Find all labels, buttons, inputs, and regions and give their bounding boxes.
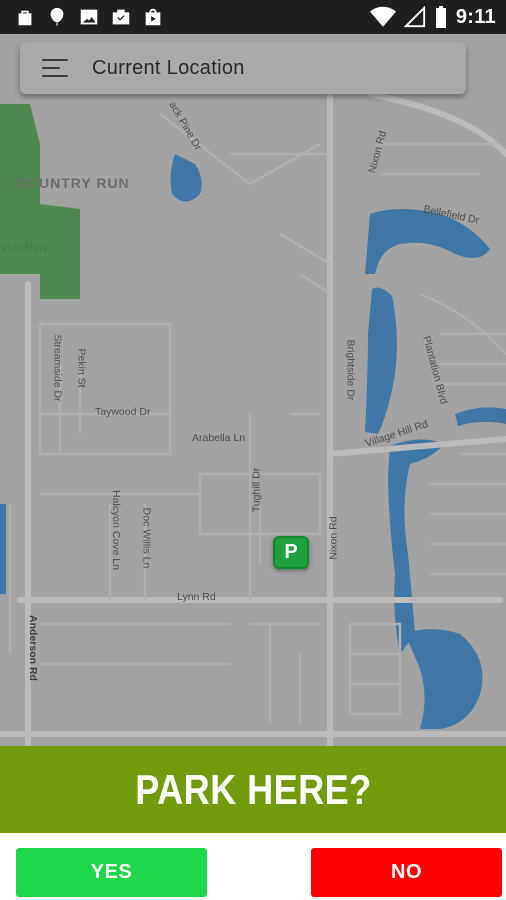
location-title: Current Location [92,56,245,79]
canal [455,407,506,426]
shop-bag-icon [145,8,161,26]
map-view[interactable]: COUNTRY RUN zun Park ack Pine Dr Nixon R… [0,34,506,746]
yes-button[interactable]: YES [16,848,207,897]
map-label-street: Halcyon Cove Ln [109,490,122,570]
map-label-park: zun Park [2,241,50,255]
battery-icon [435,6,446,28]
lake-mid [365,287,397,434]
map-label-street: Anderson Rd [26,615,39,681]
no-button[interactable]: NO [311,848,502,897]
image-icon [80,9,98,25]
park-here-banner: PARK HERE? [0,746,506,833]
map-label-street: Brightside Dr [344,339,357,401]
pond [170,154,202,202]
map-label-street: Pekin St [75,348,88,388]
status-bar: 9:11 [0,0,506,34]
briefcase-check-icon [112,9,130,25]
map-label-street: Taywood Dr [95,406,151,418]
location-bar: Current Location [20,42,466,94]
map-label-street: Lynn Rd [177,591,216,603]
bag-icon [18,10,32,26]
map-canvas [0,91,506,746]
menu-icon[interactable] [28,42,82,94]
wifi-icon [369,6,396,27]
system-icons: 9:11 [369,5,496,29]
clock: 9:11 [455,5,496,28]
parking-pin[interactable]: P [273,536,309,569]
map-label-street: Streamside Dr [51,334,64,402]
lake-sw [405,629,483,729]
map-label-street: Tughill Dr [250,467,263,513]
park-area [0,104,80,299]
lake-south [388,439,445,654]
stream [0,504,6,594]
map-label-street: Arabella Ln [192,432,246,444]
park-here-text: PARK HERE? [134,765,372,813]
balloon-icon [50,7,64,27]
signal-icon [403,6,425,28]
notification-icons [14,6,164,28]
map-label-street: Nixon Rd [327,516,340,560]
map-label-neighborhood: COUNTRY RUN [16,175,130,191]
map-label-street: Doc Willis Ln [140,507,153,569]
